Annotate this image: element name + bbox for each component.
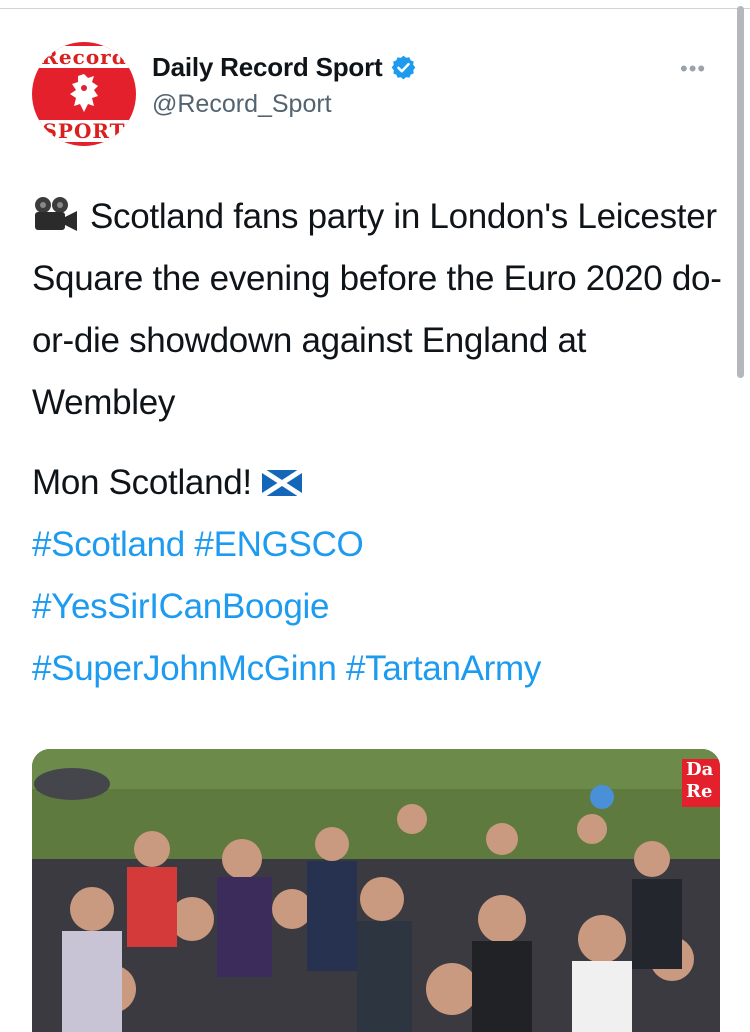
avatar-bottom-text: SPORT xyxy=(32,120,136,142)
author-name-row[interactable]: Daily Record Sport xyxy=(152,52,417,83)
brand-logo: Da Re xyxy=(682,759,720,807)
hashtag-yessiricanboogie[interactable]: #YesSirICanBoogie xyxy=(32,587,329,626)
hashtag-engsco[interactable]: #ENGSCO xyxy=(194,525,363,564)
lion-logo-icon xyxy=(70,74,98,112)
video-media[interactable]: Da Re xyxy=(32,749,720,1032)
tweet-paragraph-1: Scotland fans party in London's Leiceste… xyxy=(32,186,722,434)
crowd-image xyxy=(32,749,720,1032)
author-handle[interactable]: @Record_Sport xyxy=(152,90,332,119)
hashtag-superjohnmcginn[interactable]: #SuperJohnMcGinn xyxy=(32,649,337,688)
tweet-paragraph-2: Mon Scotland! xyxy=(32,452,722,514)
tweet-body: Scotland fans party in London's Leiceste… xyxy=(32,186,722,700)
tweet-line-2: Mon Scotland! xyxy=(32,463,252,502)
display-name[interactable]: Daily Record Sport xyxy=(152,52,383,83)
scrollbar[interactable] xyxy=(737,6,744,378)
more-options-icon[interactable]: ••• xyxy=(680,56,706,82)
verified-badge-icon xyxy=(392,55,416,80)
top-divider xyxy=(0,8,750,9)
avatar-top-text: Record xyxy=(32,46,136,68)
hashtag-scotland[interactable]: #Scotland xyxy=(32,525,185,564)
tweet-line-1: Scotland fans party in London's Leiceste… xyxy=(32,197,722,422)
hashtags-block: #Scotland #ENGSCO #YesSirICanBoogie #Sup… xyxy=(32,514,722,700)
avatar[interactable]: Record SPORT xyxy=(32,42,136,146)
movie-camera-icon xyxy=(35,197,77,231)
scotland-flag-icon xyxy=(261,470,302,496)
hashtag-tartanarmy[interactable]: #TartanArmy xyxy=(346,649,541,688)
